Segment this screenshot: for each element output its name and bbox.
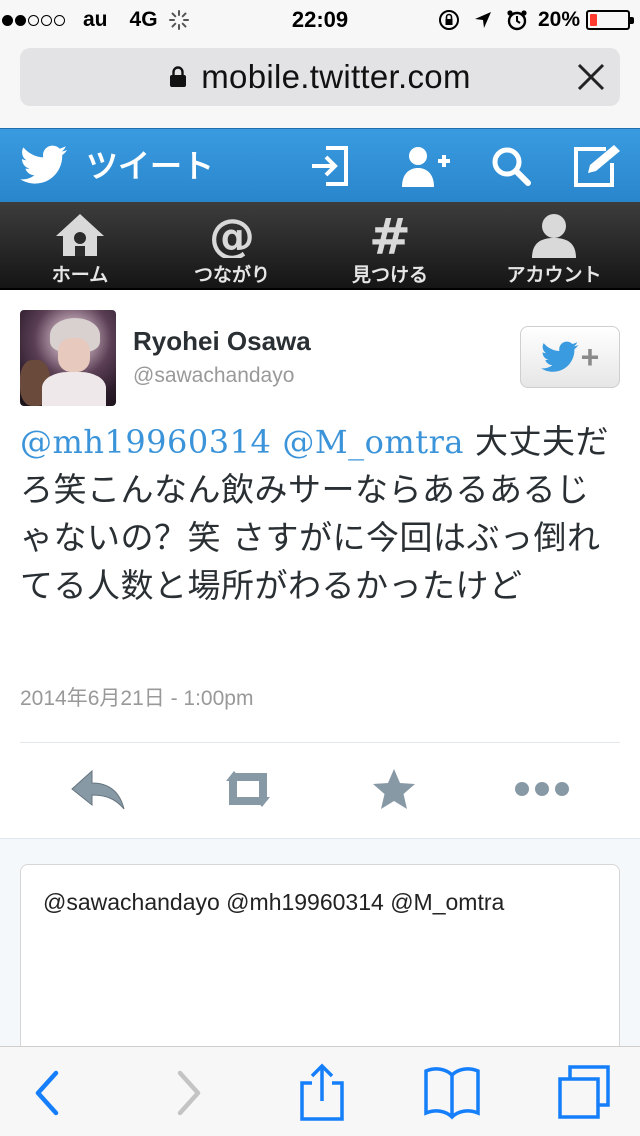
- nav-label-home: ホーム: [51, 265, 109, 286]
- close-icon[interactable]: [572, 58, 610, 96]
- avatar[interactable]: [20, 310, 116, 406]
- tweet-timestamp[interactable]: 2014年6月21日 - 1:00pm: [20, 682, 253, 712]
- forward-chevron-icon[interactable]: [158, 1063, 218, 1123]
- add-user-icon[interactable]: [400, 143, 450, 189]
- nav-label-connect: つながり: [193, 265, 270, 286]
- person-icon: [532, 214, 576, 258]
- lock-icon: [170, 66, 187, 87]
- page-title: ツイート: [86, 148, 215, 184]
- retweet-icon[interactable]: [218, 761, 278, 817]
- battery-icon: [586, 10, 634, 30]
- alarm-icon: [507, 10, 527, 31]
- tabs-icon[interactable]: [554, 1063, 614, 1123]
- address-bar[interactable]: mobile.twitter.com: [20, 48, 620, 106]
- user-handle[interactable]: @sawachandayo: [133, 364, 294, 388]
- battery-level-fill: [590, 14, 597, 26]
- hashtag-icon: #: [369, 212, 411, 258]
- twitter-bird-icon[interactable]: [20, 145, 68, 185]
- safari-toolbar: [0, 1046, 640, 1136]
- follow-button[interactable]: +: [520, 326, 620, 388]
- favorite-star-icon[interactable]: [364, 761, 424, 817]
- mention-link[interactable]: @mh19960314: [20, 423, 271, 461]
- back-chevron-icon[interactable]: [18, 1063, 78, 1123]
- reply-text[interactable]: @sawachandayo @mh19960314 @M_omtra: [43, 889, 504, 916]
- user-name[interactable]: Ryohei Osawa: [133, 326, 311, 357]
- bookmarks-icon[interactable]: [422, 1063, 482, 1123]
- share-icon[interactable]: [292, 1063, 352, 1123]
- twitter-bird-icon: [540, 341, 578, 372]
- location-arrow-icon: [474, 12, 491, 28]
- sign-in-icon[interactable]: [306, 143, 352, 189]
- home-icon: [56, 214, 104, 256]
- mention-link[interactable]: @M_omtra: [282, 423, 464, 461]
- orientation-lock-icon: [438, 10, 459, 30]
- nav-item-discover[interactable]: # 見つける: [310, 202, 470, 290]
- nav-label-discover: 見つける: [351, 265, 428, 286]
- reply-textarea[interactable]: @sawachandayo @mh19960314 @M_omtra: [20, 864, 620, 1064]
- url-text[interactable]: mobile.twitter.com: [201, 58, 470, 96]
- nav-label-account: アカウント: [506, 265, 602, 286]
- svg-text:@: @: [209, 212, 255, 258]
- battery-percent: 20%: [537, 8, 580, 31]
- at-icon: @: [209, 212, 255, 258]
- nav-item-account[interactable]: アカウント: [474, 202, 634, 290]
- status-bar: au 4G 22:09 20%: [0, 0, 640, 40]
- tweet-text: @mh19960314 @M_omtra 大丈夫だろ笑こんなん飲みサーならあるあ…: [20, 418, 620, 610]
- more-dots-icon[interactable]: [512, 761, 572, 817]
- twitter-nav-bar: ホーム @ つながり # 見つける アカウント: [0, 202, 640, 290]
- compose-icon[interactable]: [572, 143, 624, 189]
- tweet-actions: [0, 743, 640, 835]
- follow-plus-icon: +: [580, 339, 600, 375]
- twitter-header: ツイート: [0, 128, 640, 202]
- svg-text:#: #: [369, 212, 411, 258]
- search-icon[interactable]: [488, 143, 534, 189]
- browser-address-area: mobile.twitter.com: [0, 40, 640, 128]
- nav-item-connect[interactable]: @ つながり: [152, 202, 312, 290]
- nav-item-home[interactable]: ホーム: [0, 202, 160, 290]
- reply-icon[interactable]: [68, 761, 128, 817]
